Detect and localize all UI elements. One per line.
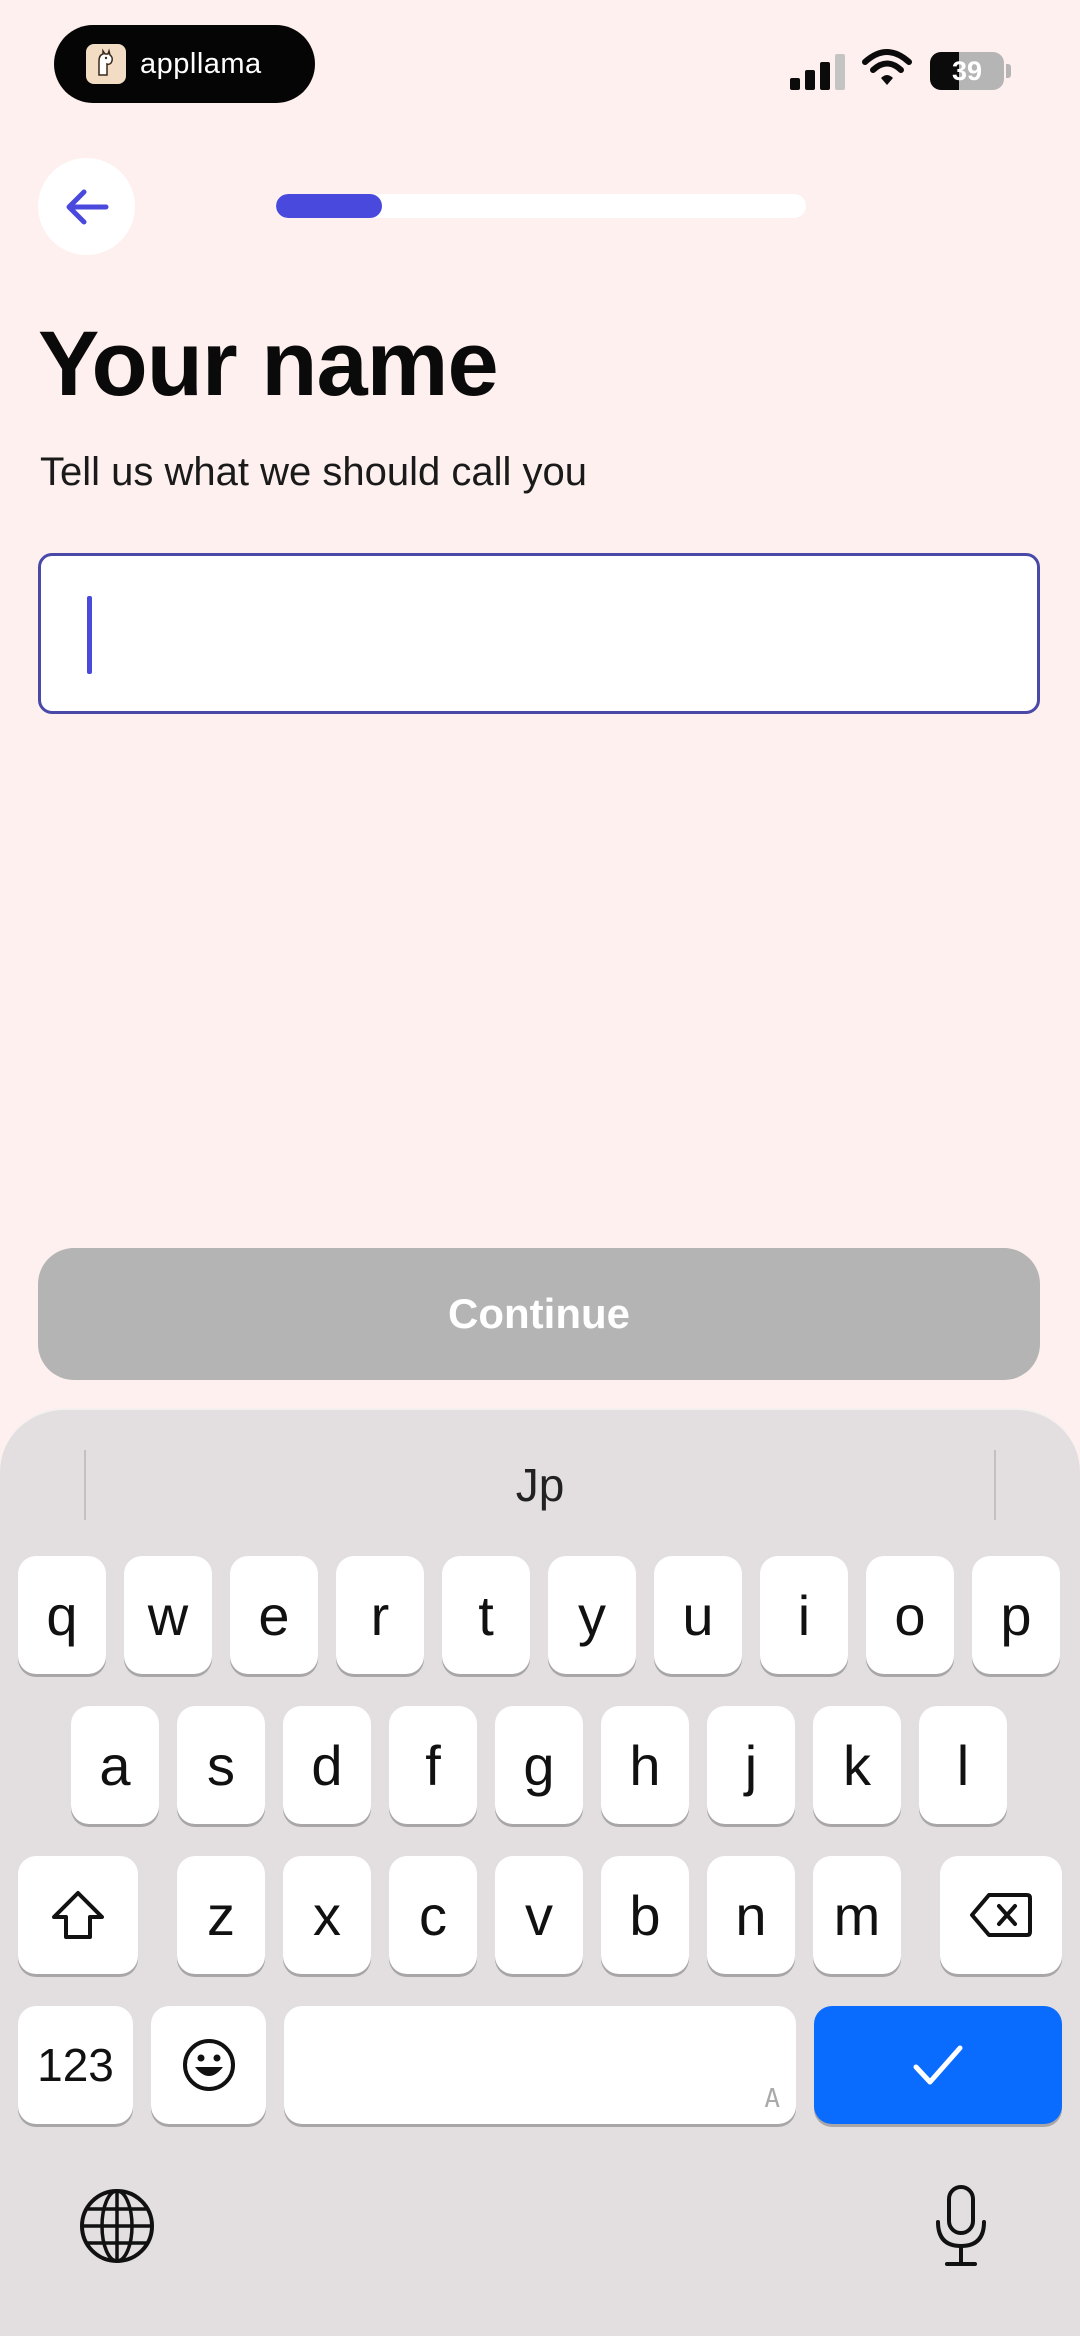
emoji-icon xyxy=(182,2039,235,2091)
name-input[interactable] xyxy=(41,556,1037,711)
key-t[interactable]: t xyxy=(442,1556,530,1674)
battery-level: 39 xyxy=(951,55,983,86)
checkmark-icon xyxy=(913,2045,963,2085)
shift-key[interactable] xyxy=(18,1856,138,1974)
key-b[interactable]: b xyxy=(601,1856,689,1974)
backspace-key[interactable] xyxy=(940,1856,1062,1974)
backspace-icon xyxy=(970,1893,1032,1937)
space-key-hint: A xyxy=(764,2084,780,2114)
key-v[interactable]: v xyxy=(495,1856,583,1974)
globe-icon[interactable] xyxy=(78,2187,156,2265)
suggestion-item[interactable]: Jp xyxy=(0,1450,1080,1520)
status-bar: appllama 39 xyxy=(0,0,1080,120)
progress-bar-fill xyxy=(276,194,382,218)
arrow-left-icon xyxy=(66,189,108,224)
key-i[interactable]: i xyxy=(760,1556,848,1674)
key-d[interactable]: d xyxy=(283,1706,371,1824)
cellular-signal-icon xyxy=(790,54,845,90)
key-w[interactable]: w xyxy=(124,1556,212,1674)
key-q[interactable]: q xyxy=(18,1556,106,1674)
app-name: appllama xyxy=(140,47,262,80)
emoji-key[interactable] xyxy=(151,2006,266,2124)
suggestion-bar: Jp xyxy=(0,1450,1080,1520)
progress-bar xyxy=(276,194,806,218)
key-j[interactable]: j xyxy=(707,1706,795,1824)
continue-button[interactable]: Continue xyxy=(38,1248,1040,1380)
key-f[interactable]: f xyxy=(389,1706,477,1824)
space-key[interactable]: A xyxy=(284,2006,796,2124)
key-g[interactable]: g xyxy=(495,1706,583,1824)
key-h[interactable]: h xyxy=(601,1706,689,1824)
page-subtitle: Tell us what we should call you xyxy=(40,450,587,494)
numbers-key[interactable]: 123 xyxy=(18,2006,133,2124)
shift-icon xyxy=(52,1891,104,1939)
back-button[interactable] xyxy=(38,158,135,255)
page-title: Your name xyxy=(38,313,499,415)
key-r[interactable]: r xyxy=(336,1556,424,1674)
battery-icon: 39 xyxy=(930,52,1004,90)
key-p[interactable]: p xyxy=(972,1556,1060,1674)
key-e[interactable]: e xyxy=(230,1556,318,1674)
key-m[interactable]: m xyxy=(813,1856,901,1974)
text-caret xyxy=(87,596,92,674)
app-indicator-pill[interactable]: appllama xyxy=(54,25,315,103)
key-s[interactable]: s xyxy=(177,1706,265,1824)
microphone-icon[interactable] xyxy=(932,2184,990,2268)
battery-cap xyxy=(1006,64,1011,78)
key-c[interactable]: c xyxy=(389,1856,477,1974)
key-n[interactable]: n xyxy=(707,1856,795,1974)
key-l[interactable]: l xyxy=(919,1706,1007,1824)
done-key[interactable] xyxy=(814,2006,1062,2124)
key-o[interactable]: o xyxy=(866,1556,954,1674)
llama-icon xyxy=(86,44,126,84)
key-x[interactable]: x xyxy=(283,1856,371,1974)
key-z[interactable]: z xyxy=(177,1856,265,1974)
wifi-icon xyxy=(862,49,912,85)
name-input-container[interactable] xyxy=(38,553,1040,714)
key-u[interactable]: u xyxy=(654,1556,742,1674)
key-k[interactable]: k xyxy=(813,1706,901,1824)
key-y[interactable]: y xyxy=(548,1556,636,1674)
key-a[interactable]: a xyxy=(71,1706,159,1824)
keyboard: Jp q w e r t y u i o p a s d f g h j k l… xyxy=(0,1408,1080,2336)
